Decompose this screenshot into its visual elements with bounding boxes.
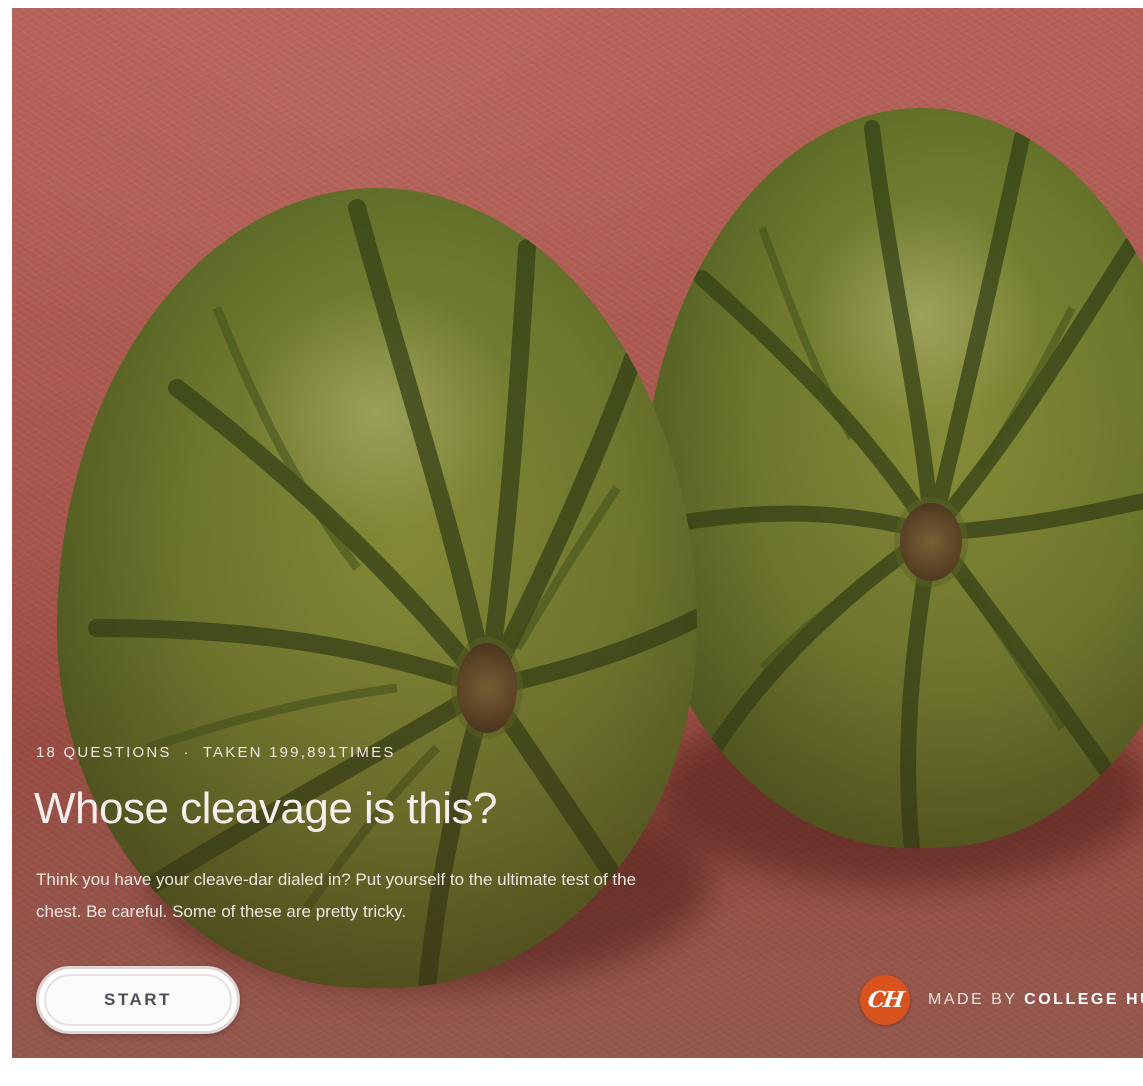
made-by-text[interactable]: MADE BY COLLEGE HU bbox=[928, 991, 1143, 1009]
made-by-prefix: MADE BY bbox=[928, 991, 1025, 1008]
made-by-brand[interactable]: CH MADE BY COLLEGE HU bbox=[860, 975, 1143, 1025]
taken-count: TAKEN 199,891TIMES bbox=[202, 744, 396, 761]
start-button[interactable]: START bbox=[36, 966, 240, 1034]
made-by-name: COLLEGE HU bbox=[1024, 991, 1143, 1008]
question-count: 18 QUESTIONS bbox=[36, 744, 172, 761]
meta-separator: · bbox=[183, 744, 191, 761]
logo-text: CH bbox=[866, 987, 904, 1013]
quiz-meta: 18 QUESTIONS · TAKEN 199,891TIMES bbox=[36, 744, 396, 761]
quiz-description: Think you have your cleave-dar dialed in… bbox=[36, 870, 637, 921]
quiz-title: Whose cleavage is this? bbox=[34, 784, 497, 833]
college-humor-logo-icon[interactable]: CH bbox=[860, 975, 910, 1025]
